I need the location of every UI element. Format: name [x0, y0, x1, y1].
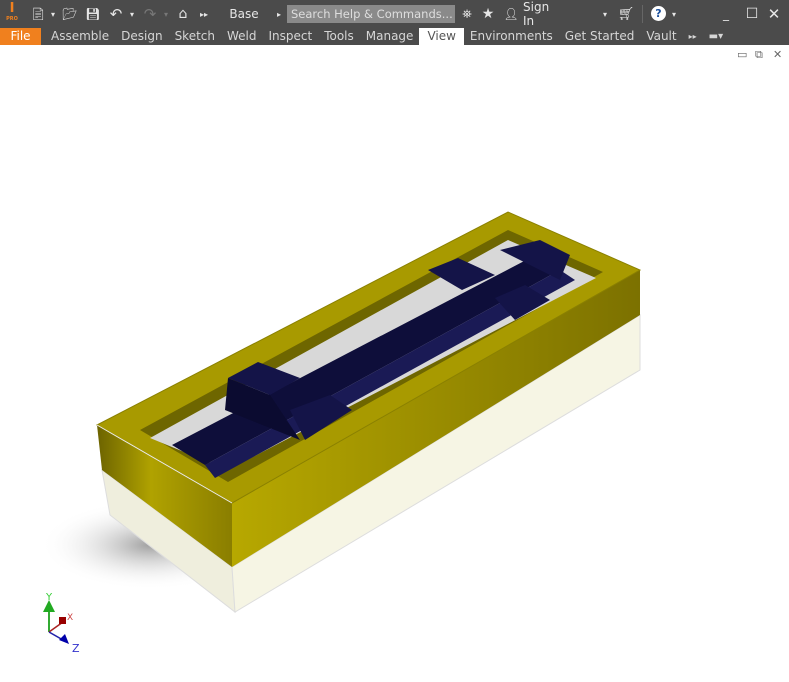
inventor-logo-icon[interactable]: I PRO	[4, 2, 20, 24]
sign-in-button[interactable]: Sign In	[523, 0, 563, 28]
panel-options-icon[interactable]: ▬▾	[703, 28, 729, 45]
z-label: Z	[72, 642, 80, 655]
double-chevron-right-icon[interactable]: ▸▸	[683, 28, 703, 45]
tab-sketch[interactable]: Sketch	[169, 28, 221, 45]
tab-assemble[interactable]: Assemble	[45, 28, 115, 45]
y-label: Y	[45, 592, 53, 603]
x-arrow-icon	[59, 617, 66, 624]
tab-design[interactable]: Design	[115, 28, 168, 45]
environment-label[interactable]: Base	[226, 4, 262, 24]
save-icon[interactable]: 💾︎	[85, 4, 101, 24]
help-dropdown-icon[interactable]: ▾	[669, 4, 679, 24]
search-input[interactable]	[287, 5, 455, 23]
z-arrow-icon	[59, 634, 69, 644]
undo-dropdown-icon[interactable]: ▾	[127, 4, 137, 24]
new-dropdown-icon[interactable]: ▾	[48, 4, 58, 24]
tab-vault[interactable]: Vault	[640, 28, 682, 45]
double-chevron-right-icon[interactable]: ▸▸	[198, 4, 210, 24]
user-icon[interactable]: 👤︎	[503, 4, 519, 24]
help-icon[interactable]: ?	[651, 6, 666, 21]
model-view	[40, 211, 642, 614]
sign-in-dropdown-icon[interactable]: ▾	[600, 4, 610, 24]
chevron-right-icon[interactable]: ▸	[274, 4, 284, 24]
tab-view[interactable]: View	[419, 28, 464, 45]
separator	[642, 5, 643, 23]
tab-get-started[interactable]: Get Started	[559, 28, 641, 45]
communication-center-icon[interactable]: ⛯	[459, 4, 475, 24]
open-folder-icon[interactable]: 📂︎	[62, 4, 78, 24]
close-button[interactable]: ✕	[766, 4, 782, 24]
x-label: X	[67, 613, 73, 623]
logo-text: PRO	[6, 16, 18, 22]
maximize-button[interactable]: ☐	[744, 4, 760, 24]
tab-weld[interactable]: Weld	[221, 28, 263, 45]
undo-icon[interactable]: ↶	[108, 4, 124, 24]
redo-dropdown-icon[interactable]: ▾	[161, 4, 171, 24]
ribbon-tabs: File Assemble Design Sketch Weld Inspect…	[0, 28, 789, 45]
star-icon[interactable]: ★	[480, 4, 496, 24]
tab-file[interactable]: File	[0, 28, 41, 45]
view-minimize-button[interactable]: ▭	[737, 48, 747, 61]
home-icon[interactable]: ⌂	[175, 4, 191, 24]
graphics-viewport[interactable]: ▭ ⧉ ✕ Y X Z	[0, 45, 789, 679]
tab-inspect[interactable]: Inspect	[263, 28, 319, 45]
cart-icon[interactable]: 🛒︎	[617, 4, 635, 24]
view-restore-button[interactable]: ⧉	[755, 48, 763, 62]
tab-tools[interactable]: Tools	[318, 28, 360, 45]
view-close-button[interactable]: ✕	[773, 48, 782, 61]
minimize-button[interactable]: _	[718, 4, 734, 24]
tab-manage[interactable]: Manage	[360, 28, 420, 45]
title-bar: IPRO 📄︎ ▾ 📂︎ 💾︎ ↶ ▾ ↷ ▾ ⌂ ▸▸ Base ▸ ⛯ ★ …	[0, 0, 789, 28]
new-file-icon[interactable]: 📄︎	[30, 4, 46, 24]
tab-environments[interactable]: Environments	[464, 28, 559, 45]
redo-icon[interactable]: ↷	[142, 4, 158, 24]
view-triad: Y X Z	[43, 592, 80, 655]
